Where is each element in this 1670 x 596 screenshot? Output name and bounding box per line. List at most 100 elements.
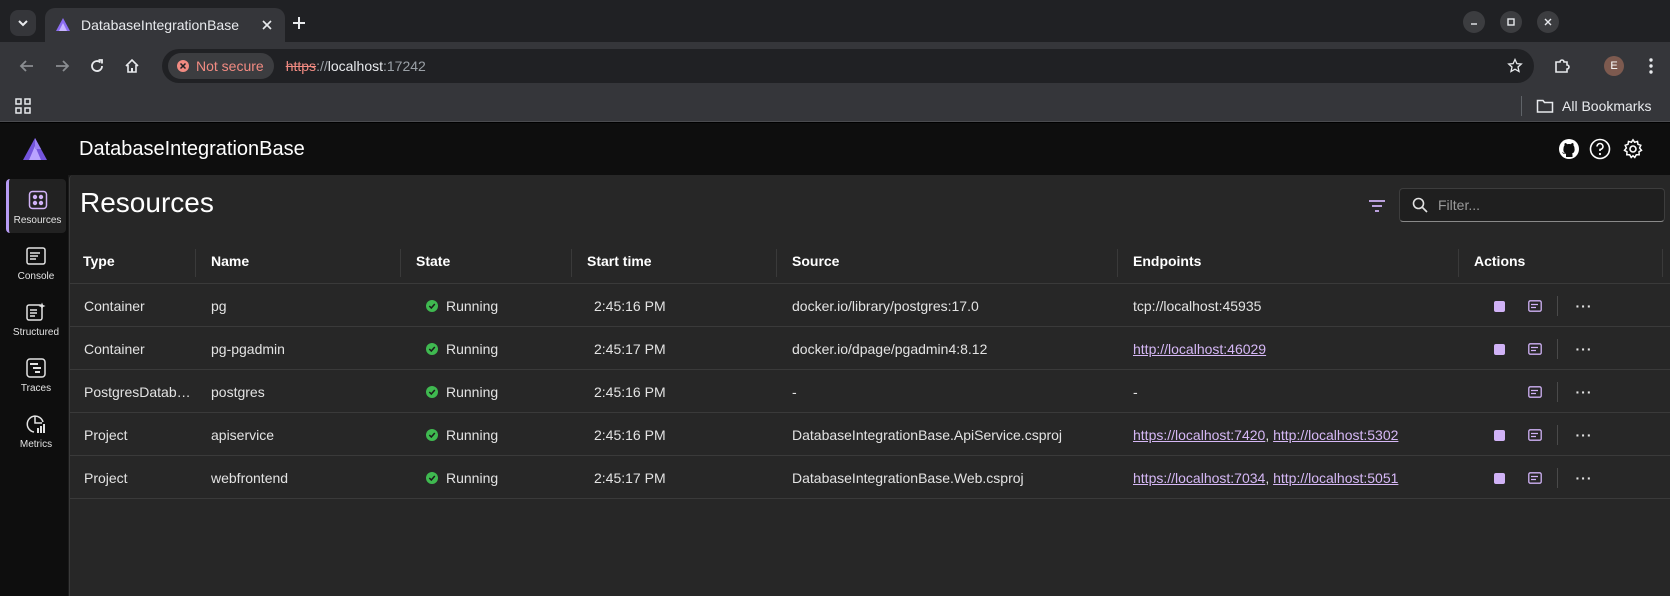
structured-logs-icon <box>25 301 47 323</box>
more-actions-button[interactable]: ··· <box>1574 468 1594 488</box>
minimize-window-button[interactable] <box>1463 11 1485 33</box>
help-icon <box>1589 138 1611 160</box>
nav-item-console[interactable]: Console <box>6 235 66 289</box>
home-icon <box>125 58 139 73</box>
reload-icon <box>91 59 103 72</box>
cell-source: DatabaseIntegrationBase.Web.csproj <box>792 470 1024 486</box>
browser-toolbar: Not secure https://localhost:17242 E <box>0 42 1670 90</box>
close-window-button[interactable] <box>1537 11 1559 33</box>
table-row[interactable]: PostgresDatab… postgres Running 2:45:16 … <box>70 370 1670 413</box>
traces-icon <box>25 357 47 379</box>
nav-item-metrics[interactable]: Metrics <box>6 403 66 457</box>
column-header-endpoints[interactable]: Endpoints <box>1133 253 1201 269</box>
endpoint-link[interactable]: http://localhost:46029 <box>1133 341 1266 357</box>
column-divider[interactable] <box>571 249 572 277</box>
stop-resource-button[interactable] <box>1489 296 1509 316</box>
browser-menu-button[interactable] <box>1636 51 1666 81</box>
ellipsis-icon: ··· <box>1575 298 1593 314</box>
column-header-start-time[interactable]: Start time <box>587 253 652 269</box>
all-bookmarks-button[interactable]: All Bookmarks <box>1536 95 1651 117</box>
resources-table: Type Name State Start time Source Endpoi… <box>70 239 1670 499</box>
security-chip[interactable]: Not secure <box>168 53 274 79</box>
cell-type: Project <box>84 470 128 486</box>
filter-input[interactable] <box>1438 197 1658 213</box>
console-logs-button[interactable] <box>1525 468 1545 488</box>
resources-icon <box>27 189 49 211</box>
cell-start-time: 2:45:17 PM <box>594 470 666 486</box>
home-button[interactable] <box>117 51 147 81</box>
avatar: E <box>1604 56 1624 76</box>
browser-tab[interactable]: DatabaseIntegrationBase <box>45 8 285 42</box>
column-divider[interactable] <box>400 249 401 277</box>
stop-icon <box>1493 429 1505 441</box>
url-text[interactable]: https://localhost:17242 <box>286 58 426 74</box>
new-tab-button[interactable] <box>285 10 313 36</box>
puzzle-icon <box>1555 59 1570 73</box>
tab-search-button[interactable] <box>10 10 36 36</box>
filter-options-button[interactable] <box>1363 192 1391 220</box>
console-logs-button[interactable] <box>1525 382 1545 402</box>
aspire-logo-icon[interactable] <box>22 137 48 161</box>
close-tab-icon[interactable] <box>259 17 275 33</box>
endpoint-link[interactable]: http://localhost:5302 <box>1273 427 1398 443</box>
cell-name: pg-pgadmin <box>211 341 285 357</box>
cell-start-time: 2:45:17 PM <box>594 341 666 357</box>
github-button[interactable] <box>1557 137 1581 161</box>
bookmark-star-icon[interactable] <box>1506 57 1524 75</box>
actions-divider <box>1557 296 1558 316</box>
more-actions-button[interactable]: ··· <box>1574 296 1594 316</box>
endpoint-link[interactable]: http://localhost:5051 <box>1273 470 1398 486</box>
table-row[interactable]: Container pg Running 2:45:16 PM docker.i… <box>70 284 1670 327</box>
settings-button[interactable] <box>1621 137 1645 161</box>
extensions-button[interactable] <box>1547 51 1577 81</box>
running-check-icon <box>426 300 438 312</box>
cell-endpoints: - <box>1133 384 1138 400</box>
column-divider[interactable] <box>776 249 777 277</box>
cell-state: Running <box>426 341 498 357</box>
address-bar[interactable]: Not secure https://localhost:17242 <box>162 49 1534 83</box>
cell-state: Running <box>426 384 498 400</box>
column-divider[interactable] <box>195 249 196 277</box>
console-logs-button[interactable] <box>1525 296 1545 316</box>
endpoint-link[interactable]: https://localhost:7034 <box>1133 470 1265 486</box>
table-row[interactable]: Project webfrontend Running 2:45:17 PM D… <box>70 456 1670 499</box>
cell-source: - <box>792 384 797 400</box>
maximize-window-button[interactable] <box>1500 11 1522 33</box>
column-header-state[interactable]: State <box>416 253 450 269</box>
stop-resource-button[interactable] <box>1489 339 1509 359</box>
state-label: Running <box>446 341 499 357</box>
more-actions-button[interactable]: ··· <box>1574 382 1594 402</box>
help-button[interactable] <box>1588 137 1612 161</box>
cell-source: DatabaseIntegrationBase.ApiService.cspro… <box>792 427 1063 443</box>
filter-field[interactable] <box>1399 188 1665 222</box>
ellipsis-icon: ··· <box>1575 470 1593 486</box>
back-button[interactable] <box>12 51 42 81</box>
column-divider[interactable] <box>1458 249 1459 277</box>
reload-button[interactable] <box>82 51 112 81</box>
stop-resource-button[interactable] <box>1489 425 1509 445</box>
profile-button[interactable]: E <box>1599 51 1629 81</box>
stop-icon <box>1493 300 1505 312</box>
apps-grid-icon[interactable] <box>14 97 32 115</box>
column-header-type[interactable]: Type <box>83 253 115 269</box>
column-divider[interactable] <box>1117 249 1118 277</box>
nav-item-structured[interactable]: Structured <box>6 291 66 345</box>
stop-resource-button[interactable] <box>1489 468 1509 488</box>
table-row[interactable]: Project apiservice Running 2:45:16 PM Da… <box>70 413 1670 456</box>
console-logs-button[interactable] <box>1525 339 1545 359</box>
endpoint-link[interactable]: https://localhost:7420 <box>1133 427 1265 443</box>
nav-label-traces: Traces <box>20 383 52 394</box>
column-header-source[interactable]: Source <box>792 253 839 269</box>
column-divider[interactable] <box>1662 249 1663 277</box>
table-row[interactable]: Container pg-pgadmin Running 2:45:17 PM … <box>70 327 1670 370</box>
page-title: Resources <box>80 187 214 218</box>
state-label: Running <box>446 384 499 400</box>
more-actions-button[interactable]: ··· <box>1574 425 1594 445</box>
nav-item-traces[interactable]: Traces <box>6 347 66 401</box>
forward-button[interactable] <box>47 51 77 81</box>
column-header-name[interactable]: Name <box>211 253 249 269</box>
more-actions-button[interactable]: ··· <box>1574 339 1594 359</box>
console-logs-button[interactable] <box>1525 425 1545 445</box>
running-check-icon <box>426 386 438 398</box>
nav-item-resources[interactable]: Resources <box>6 179 66 233</box>
